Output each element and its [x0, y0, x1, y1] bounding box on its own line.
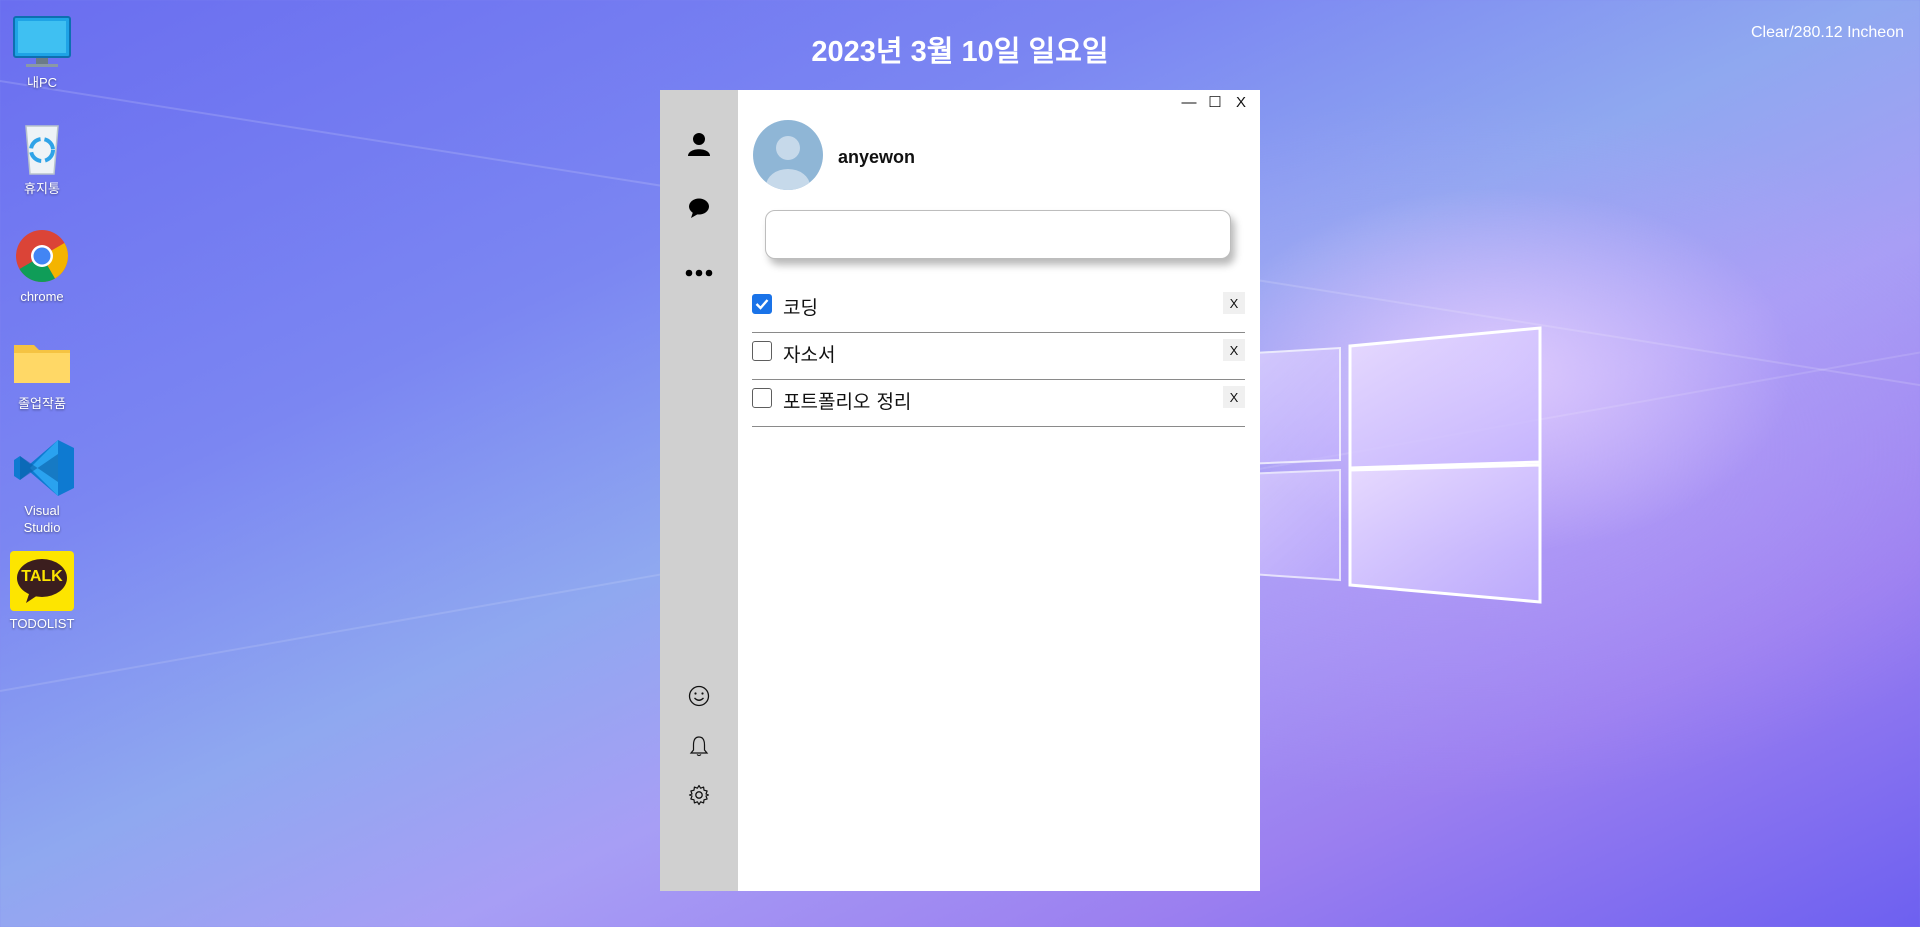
desktop-icon-recycle-bin[interactable]: 휴지통 [2, 120, 82, 197]
chrome-icon [12, 228, 72, 284]
todo-item: 자소서 X [752, 333, 1245, 380]
desktop-icon-label: Visual Studio [23, 503, 61, 535]
todo-delete-button[interactable]: X [1223, 339, 1245, 361]
todo-item: 코딩 X [752, 286, 1245, 333]
close-glyph: X [1235, 93, 1246, 111]
minimize-glyph: — [1181, 93, 1197, 111]
todo-checkbox[interactable] [752, 388, 772, 408]
kakaotalk-icon: TALK [10, 551, 74, 611]
desktop-icon-label: 휴지통 [24, 181, 60, 196]
kakaotalk-badge: TALK [21, 568, 63, 585]
smiley-icon [688, 685, 710, 707]
wallpaper-windows-logo [1219, 326, 1542, 604]
todo-text: 포트폴리오 정리 [783, 391, 912, 413]
todo-app-window: — ☐ X anyewon 코딩 X 자소서 X 포트폴리오 정리 X [660, 90, 1260, 891]
folder-icon [12, 335, 72, 391]
todo-input[interactable] [765, 210, 1231, 259]
todo-item: 포트폴리오 정리 X [752, 380, 1245, 427]
sidebar-item-more[interactable] [679, 253, 719, 293]
gear-icon [688, 784, 710, 806]
sidebar-item-settings[interactable] [679, 775, 719, 815]
todo-delete-button[interactable]: X [1223, 386, 1245, 408]
weather-readout: Clear/280.12 Incheon [1751, 24, 1904, 41]
todo-checkbox[interactable] [752, 294, 772, 314]
chat-bubble-icon [689, 198, 709, 218]
todo-list: 코딩 X 자소서 X 포트폴리오 정리 X [752, 286, 1245, 427]
close-button[interactable]: X [1228, 90, 1254, 114]
sidebar-item-notifications[interactable] [679, 726, 719, 766]
date-title: 2023년 3월 10일 일요일 [811, 36, 1109, 68]
desktop-icon-label: TODOLIST [9, 616, 75, 631]
todo-delete-button[interactable]: X [1223, 292, 1245, 314]
maximize-button[interactable]: ☐ [1202, 90, 1228, 114]
desktop-icon-folder[interactable]: 졸업작품 [2, 335, 82, 412]
desktop-icon-label: chrome [20, 289, 64, 304]
avatar[interactable] [753, 120, 823, 190]
todo-text: 코딩 [783, 297, 818, 319]
desktop-icon-todolist[interactable]: TALK TODOLIST [2, 551, 82, 632]
vscode-icon [12, 438, 74, 498]
desktop-icon-chrome[interactable]: chrome [2, 228, 82, 305]
bell-icon [689, 736, 709, 757]
desktop-icon-label: 졸업작품 [18, 396, 66, 411]
todo-checkbox[interactable] [752, 341, 772, 361]
desktop-icon-label: 내PC [26, 75, 58, 90]
default-avatar-icon [766, 136, 810, 190]
sidebar-item-emoticon[interactable] [679, 676, 719, 716]
minimize-button[interactable]: — [1176, 90, 1202, 114]
sidebar-item-profile[interactable] [679, 124, 719, 164]
sidebar-item-chat[interactable] [679, 188, 719, 228]
todo-text: 자소서 [783, 344, 836, 366]
person-icon [688, 133, 710, 156]
profile-name: anyewon [838, 147, 916, 167]
recycle-bin-icon [12, 120, 72, 176]
desktop-icon-visual-studio[interactable]: Visual Studio [2, 438, 82, 536]
app-sidebar [660, 90, 738, 891]
more-dots-icon [685, 269, 713, 277]
checkmark-icon [755, 299, 769, 310]
maximize-glyph: ☐ [1208, 94, 1222, 111]
